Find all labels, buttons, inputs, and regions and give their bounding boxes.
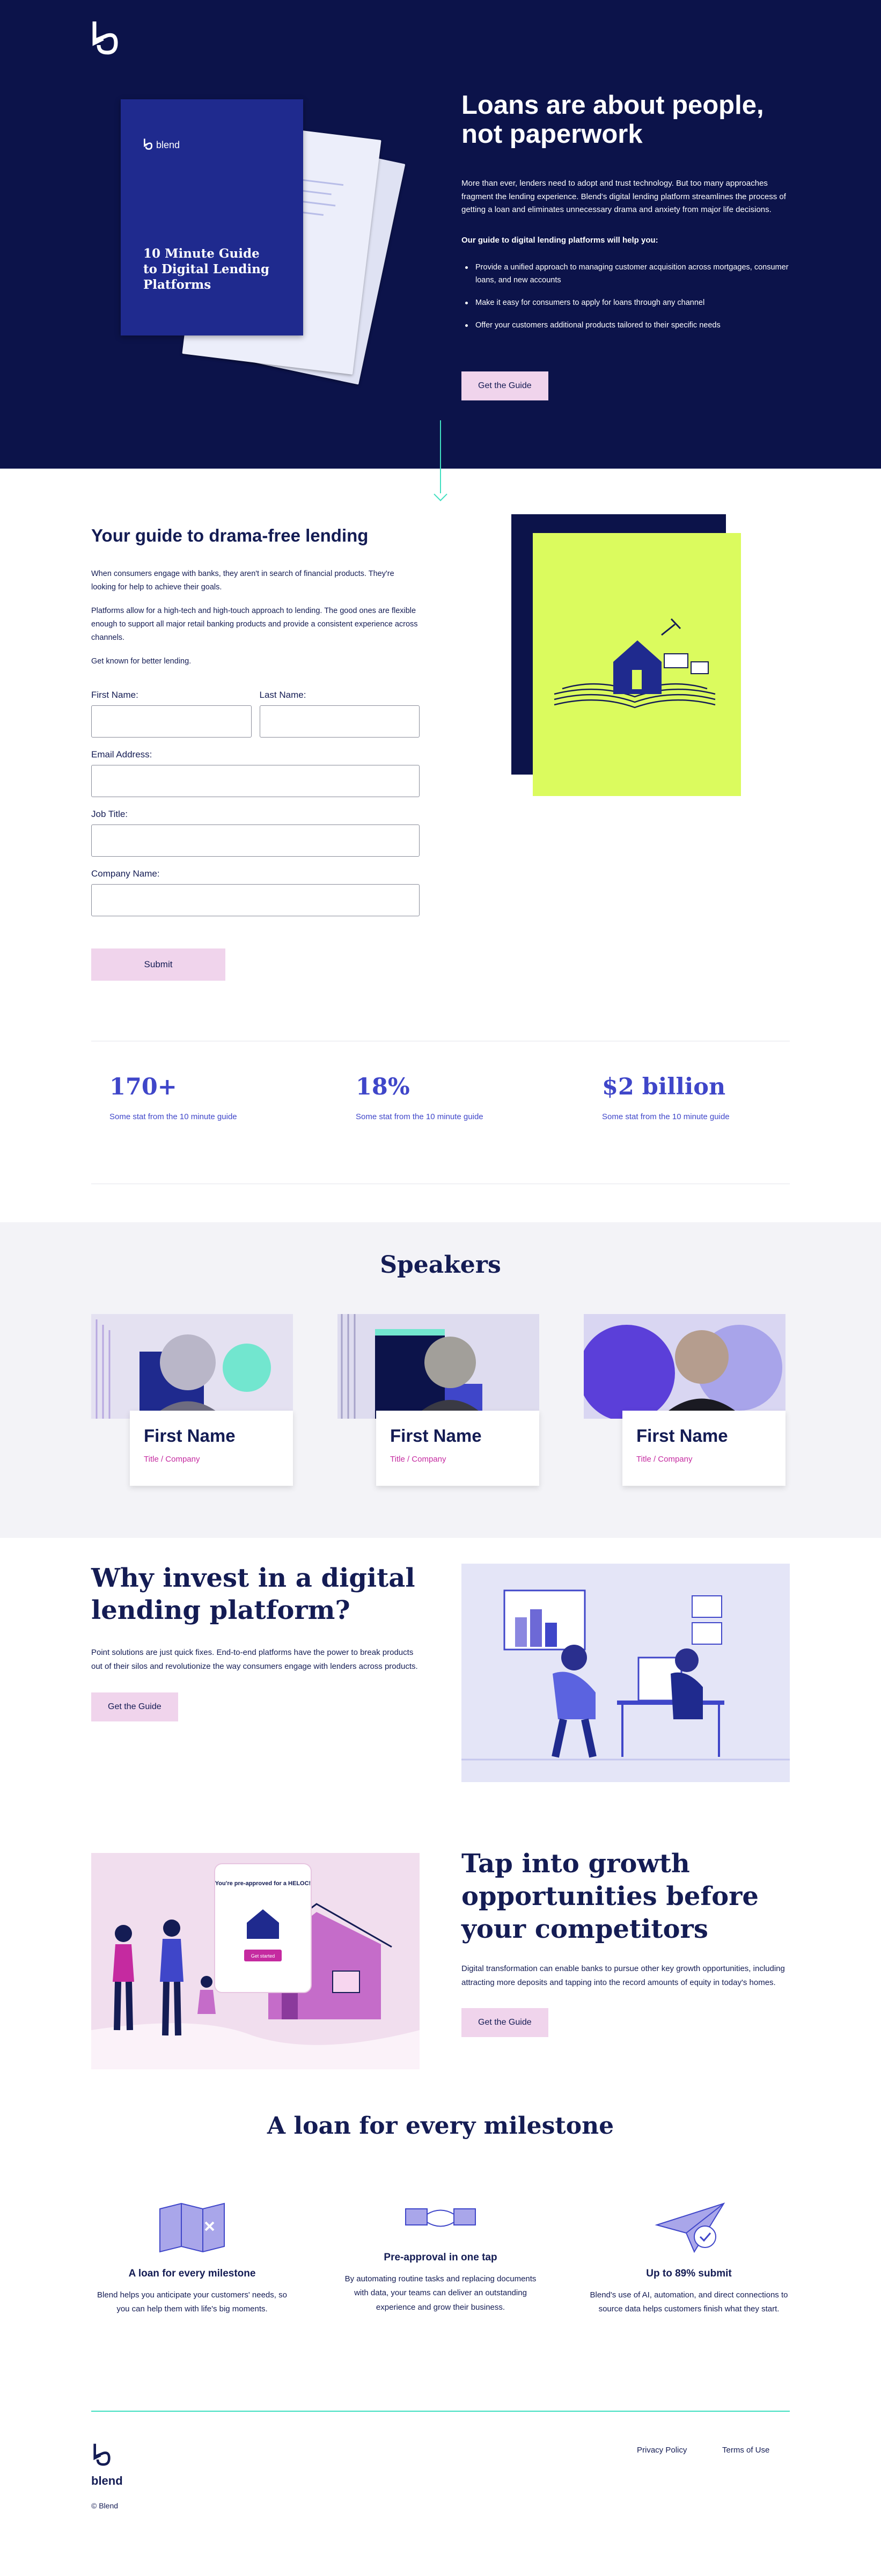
speakers-section: Speakers First Name Title / Company Firs… [0,1222,881,1538]
email-field[interactable] [91,764,420,797]
book-brand: blend [156,139,180,150]
feature-body: Blend helps you anticipate your customer… [97,2290,287,2314]
feature-item: Pre-approval in one tap By automating ro… [340,2198,541,2315]
speaker-title: Title / Company [390,1455,446,1464]
form-title: Your guide to drama-free lending [91,526,369,545]
stat-value: $2 billion [602,1074,726,1100]
feature-body: By automating routine tasks and replacin… [344,2274,537,2312]
speaker-name: First Name [390,1426,482,1446]
footer-logo[interactable]: blend [91,2442,129,2488]
speaker-photo [91,1314,293,1419]
speaker-name: First Name [144,1426,236,1446]
speaker-name: First Name [636,1426,728,1446]
submit-button[interactable]: Submit [91,948,225,981]
why-body: Point solutions are just quick fixes. En… [91,1648,418,1672]
terms-of-use-link[interactable]: Terms of Use [722,2446,769,2455]
why-title: Why invest in a digital lending platform… [91,1563,415,1625]
speakers-title: Speakers [380,1251,501,1279]
speaker-photo [337,1314,539,1419]
last-name-field[interactable] [259,705,420,738]
avatar [584,1314,785,1419]
email-label: Email Address: [91,749,152,760]
form-section: Your guide to drama-free lending When co… [0,469,881,1005]
job-title-field[interactable] [91,824,420,857]
speaker-photo [584,1314,785,1419]
milestone-title: A loan for every milestone [267,2112,614,2140]
blend-logo-icon [93,2443,111,2466]
speaker-card: First Name Title / Company [584,1314,785,1491]
get-guide-button[interactable]: Get the Guide [91,1692,178,1721]
company-field[interactable] [91,884,420,916]
stat-item: $2 billion Some stat from the 10 minute … [602,1074,774,1121]
stat-value: 170+ [109,1074,177,1100]
phone-button-text: Get started [251,1953,275,1959]
last-name-label: Last Name: [259,689,306,700]
first-name-label: First Name: [91,689,138,700]
growth-illustration: You're pre-approved for a HELOC! Get sta… [91,1853,420,2069]
footer-brand: blend [91,2474,123,2487]
stat-caption: Some stat from the 10 minute guide [356,1112,483,1121]
hero-bullet: Provide a unified approach to managing c… [461,261,789,287]
form-paragraph: Get known for better lending. [91,657,192,666]
people-desk-icon [461,1589,790,1761]
speaker-card: First Name Title / Company [91,1314,293,1491]
form-paragraph: When consumers engage with banks, they a… [91,570,394,592]
blend-logo-icon [144,138,153,150]
feature-item: A loan for every milestone Blend helps y… [91,2198,293,2317]
stat-caption: Some stat from the 10 minute guide [109,1112,237,1121]
growth-title: Tap into growth opportunities before you… [461,1849,759,1944]
growth-section: Tap into growth opportunities before you… [461,1848,790,2038]
speaker-title: Title / Company [636,1455,693,1464]
stat-caption: Some stat from the 10 minute guide [602,1112,730,1121]
feature-body: Blend's use of AI, automation, and direc… [590,2290,788,2314]
home-loan-illustration [533,533,741,796]
book-cover: blend 10 Minute Guide to Digital Lending… [121,99,303,335]
first-name-field[interactable] [91,705,252,738]
office-illustration [461,1564,790,1782]
house-book-icon [554,618,716,709]
phone-text: You're pre-approved for a HELOC! [215,1880,311,1887]
privacy-policy-link[interactable]: Privacy Policy [637,2446,687,2455]
footer-divider [91,2411,790,2412]
hero-copy: Loans are about people, not paperwork Mo… [461,91,789,341]
paper-plane-icon [655,2202,725,2253]
blend-logo-icon[interactable] [91,19,119,61]
avatar [337,1314,539,1419]
growth-body: Digital transformation can enable banks … [461,1964,785,1988]
stat-item: 170+ Some stat from the 10 minute guide [109,1074,281,1121]
why-section: Why invest in a digital lending platform… [91,1562,424,1721]
hero-section: blend 10 Minute Guide to Digital Lending… [0,0,881,469]
speaker-card: First Name Title / Company [337,1314,539,1491]
get-guide-button[interactable]: Get the Guide [461,2008,548,2038]
job-title-label: Job Title: [91,808,128,819]
feature-title: A loan for every milestone [128,2268,256,2279]
feature-item: Up to 89% submit Blend's use of AI, auto… [588,2198,790,2317]
family-house-icon: You're pre-approved for a HELOC! Get sta… [91,1863,420,2069]
stat-value: 18% [356,1074,410,1100]
feature-title: Pre-approval in one tap [384,2252,497,2263]
guide-book-illustration: blend 10 Minute Guide to Digital Lending… [115,97,406,397]
stat-item: 18% Some stat from the 10 minute guide [356,1074,527,1121]
hero-subheading: Our guide to digital lending platforms w… [461,236,658,245]
hero-bullet: Offer your customers additional products… [461,319,789,332]
page: blend 10 Minute Guide to Digital Lending… [0,0,881,2576]
form-paragraph: Platforms allow for a high-tech and high… [91,607,418,642]
book-title: 10 Minute Guide to Digital Lending Platf… [143,246,269,292]
hero-bullet: Make it easy for consumers to apply for … [461,297,789,310]
get-guide-button[interactable]: Get the Guide [461,371,548,400]
hero-bullet-list: Provide a unified approach to managing c… [461,261,789,332]
book-logo: blend [143,138,180,152]
feature-title: Up to 89% submit [646,2268,732,2279]
hero-intro: More than ever, lenders need to adopt an… [461,178,786,215]
hero-title: Loans are about people, not paperwork [461,91,764,149]
lead-form: Your guide to drama-free lending When co… [91,526,420,981]
company-label: Company Name: [91,868,160,879]
avatar [91,1314,293,1419]
handshake-icon [405,2208,476,2227]
scroll-arrow-line [440,420,441,493]
map-icon [159,2202,225,2253]
copyright: © Blend [91,2501,119,2510]
speaker-title: Title / Company [144,1455,200,1464]
